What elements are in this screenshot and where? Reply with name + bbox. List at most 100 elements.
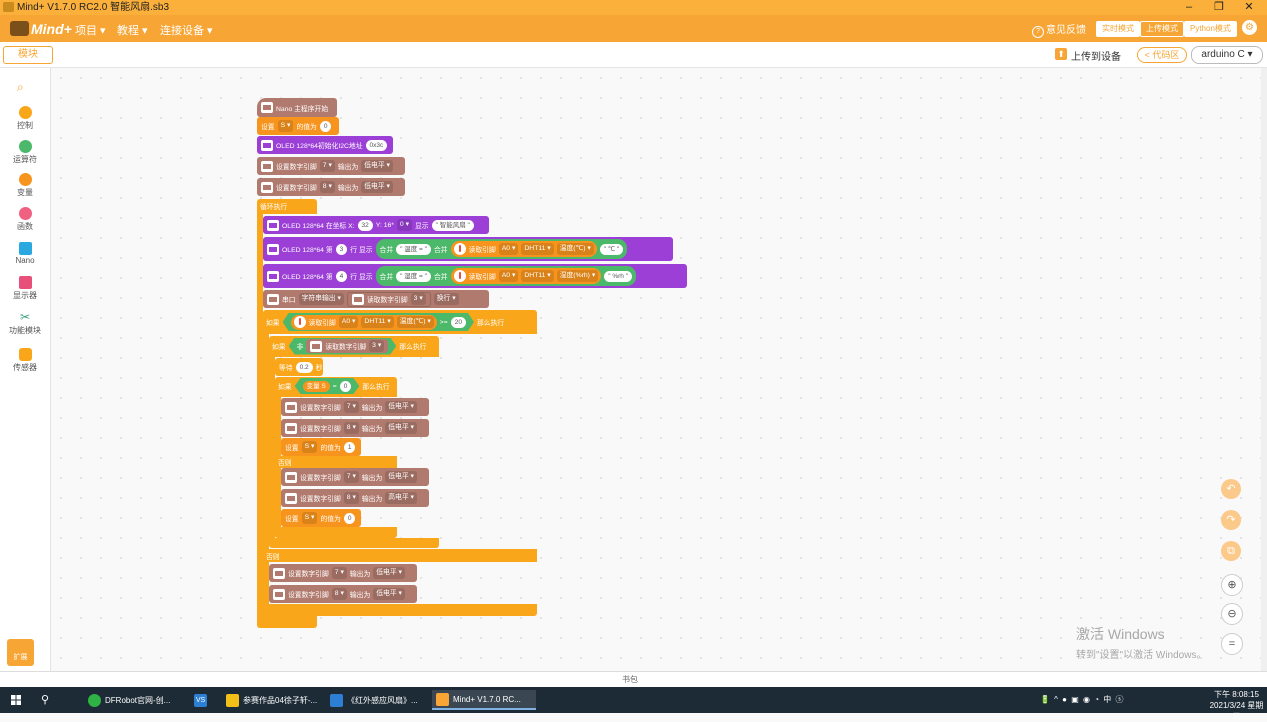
wait-block[interactable]: 等待 0.2 秒 — [275, 358, 323, 376]
close-button[interactable]: ✕ — [1235, 0, 1263, 15]
set-variable-block[interactable]: 设置 S ▾ 的值为 0 — [281, 509, 361, 527]
category-function-modules[interactable]: ✂ 功能模块 — [0, 311, 50, 336]
mode-realtime[interactable]: 实时模式 — [1096, 21, 1140, 37]
category-variables[interactable]: 变量 — [0, 173, 50, 198]
mode-dropdown[interactable]: 温度(℃) ▾ — [397, 316, 434, 328]
unit-input[interactable]: " %rh " — [604, 270, 633, 282]
system-tray[interactable]: 🔋 ^ ● ▣ ◉ ◔ 中 ⓢ — [1040, 694, 1124, 705]
compare-block[interactable]: 读取引脚 A0 ▾ DHT11 ▾ 温度(℃) ▾ >= 20 — [283, 313, 474, 331]
string-input[interactable]: " 温度 = " — [396, 243, 431, 255]
zoom-reset-icon[interactable]: = — [1221, 633, 1243, 655]
gear-icon[interactable]: ⚙ — [1242, 20, 1257, 35]
pin-dropdown[interactable]: 7 ▾ — [343, 401, 359, 413]
pin-dropdown[interactable]: A0 ▾ — [498, 243, 519, 255]
workspace-scrollbar[interactable] — [1261, 68, 1267, 671]
search-icon[interactable]: ⚲ — [41, 693, 49, 706]
category-sensors[interactable]: 传感器 — [0, 348, 50, 373]
taskbar-item-browser[interactable]: DFRobot官网-创... — [84, 690, 188, 710]
mode-dropdown[interactable]: 湿度(%rh) ▾ — [556, 270, 599, 282]
category-nano[interactable]: Nano — [0, 242, 50, 265]
category-operators[interactable]: 运算符 — [0, 140, 50, 165]
set-digital-pin-block[interactable]: 设置数字引脚 8 ▾ 输出为 低电平 ▾ — [257, 178, 405, 196]
board-select[interactable]: arduino C ▾ — [1191, 46, 1263, 64]
pin-dropdown[interactable]: 8 ▾ — [343, 422, 359, 434]
join-block[interactable]: 合并 " 温度 = " 合并 读取引脚 A0 ▾ DHT11 ▾ 温度(℃) ▾… — [375, 239, 628, 259]
menu-tutorial[interactable]: 教程 ▾ — [117, 22, 148, 38]
sensor-dropdown[interactable]: DHT11 ▾ — [521, 243, 554, 255]
windows-start-icon[interactable] — [11, 695, 21, 705]
level-dropdown[interactable]: 低电平 ▾ — [385, 401, 417, 413]
read-digital-pin-block[interactable]: 读取数字引脚 3 ▾ — [306, 339, 388, 353]
pin-dropdown[interactable]: 8 ▾ — [343, 492, 359, 504]
variable-dropdown[interactable]: S ▾ — [277, 120, 294, 132]
redo-icon[interactable]: ↷ — [1221, 510, 1241, 530]
unit-input[interactable]: " ℃ " — [599, 243, 624, 255]
level-dropdown[interactable]: 低电平 ▾ — [373, 567, 405, 579]
set-digital-pin-block[interactable]: 设置数字引脚 8 ▾ 输出为 高电平 ▾ — [281, 489, 429, 507]
pin-dropdown[interactable]: 3 ▾ — [410, 293, 426, 305]
value-input[interactable]: 0 — [343, 512, 356, 524]
clock[interactable]: 下午 8:08:15 2021/3/24 星期三 — [1206, 689, 1267, 722]
pin-dropdown[interactable]: A0 ▾ — [498, 270, 519, 282]
taskbar-item-document[interactable]: 《红外感应风扇》... — [326, 690, 426, 710]
level-dropdown[interactable]: 低电平 ▾ — [385, 422, 417, 434]
category-functions[interactable]: 函数 — [0, 207, 50, 232]
menu-connect-device[interactable]: 连接设备 ▾ — [160, 22, 213, 38]
level-dropdown[interactable]: 低电平 ▾ — [361, 181, 393, 193]
pin-dropdown[interactable]: 8 ▾ — [319, 181, 335, 193]
variable-reporter[interactable]: 变量 S — [303, 381, 330, 392]
oled-show-row-block[interactable]: OLED 128*64 第 3 行 显示 合并 " 温度 = " 合并 读取引脚… — [263, 237, 673, 261]
value-input[interactable]: 1 — [343, 441, 356, 453]
zoom-out-icon[interactable]: ⊖ — [1221, 603, 1243, 625]
pin-dropdown[interactable]: 7 ▾ — [343, 471, 359, 483]
i2c-address-input[interactable]: 0x3c — [365, 139, 388, 151]
set-digital-pin-block[interactable]: 设置数字引脚 8 ▾ 输出为 低电平 ▾ — [281, 419, 429, 437]
variable-dropdown[interactable]: S ▾ — [301, 512, 318, 524]
newline-dropdown[interactable]: 换行 ▾ — [433, 293, 459, 305]
extension-button[interactable]: 扩展 — [7, 639, 34, 666]
set-digital-pin-block[interactable]: 设置数字引脚 7 ▾ 输出为 低电平 ▾ — [257, 157, 405, 175]
sensor-dropdown[interactable]: DHT11 ▾ — [361, 316, 393, 328]
set-variable-block[interactable]: 设置 S ▾ 的值为 0 — [257, 117, 339, 135]
mode-python[interactable]: Python模式 — [1184, 21, 1237, 37]
dht-read-block[interactable]: 读取引脚 A0 ▾ DHT11 ▾ 湿度(%rh) ▾ — [450, 268, 602, 284]
oled-show-at-xy-block[interactable]: OLED 128*64 在坐标 X: 32 Y: 16* 0 ▾ 显示 " 智能… — [263, 216, 489, 234]
mode-upload[interactable]: 上传模式 — [1140, 21, 1184, 37]
cleanup-icon[interactable]: ⧉ — [1221, 541, 1241, 561]
level-dropdown[interactable]: 低电平 ▾ — [373, 588, 405, 600]
x-input[interactable]: 32 — [357, 219, 373, 231]
not-block[interactable]: 非 读取数字引脚 3 ▾ — [289, 338, 397, 355]
pin-dropdown[interactable]: 7 ▾ — [331, 567, 347, 579]
menu-project[interactable]: 项目 ▾ — [75, 22, 106, 38]
text-input[interactable]: " 智能风扇 " — [431, 219, 474, 231]
pin-dropdown[interactable]: A0 ▾ — [339, 316, 359, 328]
sensor-dropdown[interactable]: DHT11 ▾ — [521, 270, 554, 282]
pin-dropdown[interactable]: 8 ▾ — [331, 588, 347, 600]
row-input[interactable]: 3 — [335, 243, 348, 255]
level-dropdown[interactable]: 高电平 ▾ — [385, 492, 417, 504]
threshold-input[interactable]: 20 — [451, 317, 466, 328]
nano-main-hat-block[interactable]: Nano 主程序开始 — [257, 98, 337, 117]
upload-icon[interactable]: ⬆ — [1055, 48, 1067, 60]
restore-button[interactable]: ❐ — [1205, 0, 1233, 15]
pin-dropdown[interactable]: 7 ▾ — [319, 160, 335, 172]
taskbar-item-folder[interactable]: 参赛作品04徐子轩-... — [222, 690, 322, 710]
string-input[interactable]: " 湿度 = " — [396, 270, 431, 282]
wait-seconds-input[interactable]: 0.2 — [295, 361, 313, 373]
set-variable-block[interactable]: 设置 S ▾ 的值为 1 — [281, 438, 361, 456]
tab-blocks[interactable]: 模块 — [3, 46, 53, 64]
loop-block-top[interactable]: 循环执行 — [257, 199, 317, 214]
code-area-button[interactable]: < 代码区 — [1137, 47, 1187, 63]
taskbar-item-vscode[interactable]: VS — [190, 690, 216, 710]
taskbar-item-mindplus[interactable]: Mind+ V1.7.0 RC... — [432, 690, 536, 710]
set-digital-pin-block[interactable]: 设置数字引脚 8 ▾ 输出为 低电平 ▾ — [269, 585, 417, 603]
dht-read-block[interactable]: 读取引脚 A0 ▾ DHT11 ▾ 温度(℃) ▾ — [450, 241, 597, 257]
compare-value-input[interactable]: 0 — [340, 381, 352, 392]
serial-print-block[interactable]: 串口 字符串输出 ▾ 读取数字引脚 3 ▾ 换行 ▾ — [263, 290, 489, 308]
minimize-button[interactable]: – — [1175, 0, 1203, 15]
join-block[interactable]: 合并 " 湿度 = " 合并 读取引脚 A0 ▾ DHT11 ▾ 湿度(%rh)… — [375, 266, 637, 286]
mode-dropdown[interactable]: 温度(℃) ▾ — [556, 243, 594, 255]
equals-block[interactable]: 变量 S = 0 — [295, 378, 360, 394]
zoom-in-icon[interactable]: ⊕ — [1221, 574, 1243, 596]
pin-dropdown[interactable]: 3 ▾ — [369, 340, 384, 352]
